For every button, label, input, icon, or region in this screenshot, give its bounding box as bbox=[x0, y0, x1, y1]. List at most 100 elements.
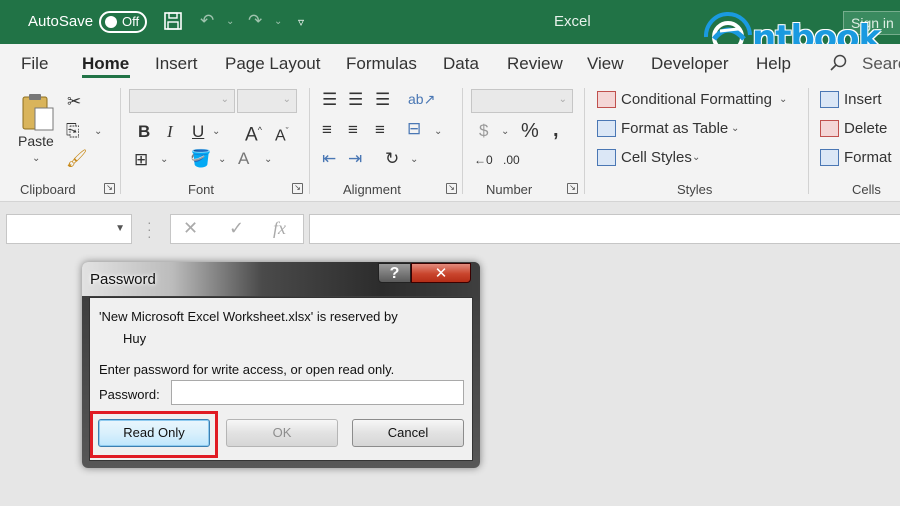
clipboard-launcher-icon[interactable]: ↘ bbox=[104, 183, 115, 194]
align-top-icon[interactable]: ☰ bbox=[322, 90, 337, 110]
increase-font-icon[interactable]: A^ bbox=[245, 120, 262, 145]
ok-button[interactable]: OK bbox=[226, 419, 338, 447]
undo-icon[interactable]: ↶ bbox=[200, 11, 214, 31]
insert-cells-icon[interactable] bbox=[820, 91, 839, 108]
name-box[interactable]: ▼ bbox=[6, 214, 132, 244]
cell-styles-button[interactable]: Cell Styles bbox=[621, 149, 692, 166]
password-input[interactable] bbox=[171, 380, 464, 405]
redo-dropdown-icon[interactable]: ⌄ bbox=[274, 16, 282, 27]
align-right-icon[interactable]: ≡ bbox=[375, 120, 385, 140]
merge-center-icon[interactable]: ⊟ bbox=[407, 119, 421, 139]
close-button[interactable]: ✕ bbox=[411, 263, 471, 283]
wrap-dropdown-icon[interactable]: ⌄ bbox=[410, 154, 418, 165]
format-as-table-button[interactable]: Format as Table bbox=[621, 120, 728, 137]
customize-qat-icon[interactable]: ▿ bbox=[298, 15, 304, 29]
tab-insert[interactable]: Insert bbox=[155, 54, 198, 74]
paste-icon[interactable] bbox=[20, 92, 56, 137]
increase-indent-icon[interactable]: ⇥ bbox=[348, 149, 362, 169]
font-color-dropdown-icon[interactable]: ⌄ bbox=[264, 154, 272, 165]
copy-icon[interactable]: ⎘ bbox=[66, 121, 80, 141]
wrap-text-icon[interactable]: ↻ bbox=[385, 149, 399, 169]
font-launcher-icon[interactable]: ↘ bbox=[292, 183, 303, 194]
font-color-icon[interactable]: A bbox=[238, 149, 249, 169]
align-middle-icon[interactable]: ☰ bbox=[348, 90, 363, 110]
merge-dropdown-icon[interactable]: ⌄ bbox=[434, 126, 442, 137]
format-cells-button[interactable]: Format bbox=[844, 149, 892, 166]
decrease-font-icon[interactable]: Aˇ bbox=[275, 121, 289, 146]
tab-page-layout[interactable]: Page Layout bbox=[225, 54, 320, 74]
search-label[interactable]: Search bbox=[862, 54, 900, 74]
formula-input[interactable] bbox=[309, 214, 900, 244]
font-size-combo[interactable]: ⌄ bbox=[237, 89, 297, 113]
tab-file[interactable]: File bbox=[21, 54, 48, 74]
paste-label[interactable]: Paste bbox=[18, 133, 54, 149]
styles-group-label: Styles bbox=[677, 182, 713, 197]
tab-home[interactable]: Home bbox=[82, 54, 129, 74]
cell-styles-dropdown-icon[interactable]: ⌄ bbox=[692, 152, 700, 163]
conditional-formatting-icon[interactable] bbox=[597, 91, 616, 108]
align-center-icon[interactable]: ≡ bbox=[348, 120, 358, 140]
alignment-launcher-icon[interactable]: ↘ bbox=[446, 183, 457, 194]
delete-cells-button[interactable]: Delete bbox=[844, 120, 887, 137]
instruction-message: Enter password for write access, or open… bbox=[99, 362, 395, 377]
format-cells-icon[interactable] bbox=[820, 149, 839, 166]
copy-dropdown-icon[interactable]: ⌄ bbox=[94, 126, 102, 137]
group-separator bbox=[120, 88, 121, 194]
format-painter-icon[interactable]: 🖌 bbox=[66, 149, 88, 169]
group-separator bbox=[462, 88, 463, 194]
percent-button[interactable]: % bbox=[521, 121, 539, 141]
number-format-combo[interactable]: ⌄ bbox=[471, 89, 573, 113]
comma-style-icon[interactable]: , bbox=[553, 120, 559, 140]
alignment-group-label: Alignment bbox=[343, 182, 401, 197]
align-left-icon[interactable]: ≡ bbox=[322, 120, 332, 140]
decrease-indent-icon[interactable]: ⇤ bbox=[322, 149, 336, 169]
help-button[interactable]: ? bbox=[378, 263, 411, 283]
font-name-combo[interactable]: ⌄ bbox=[129, 89, 235, 113]
font-group-label: Font bbox=[188, 182, 215, 197]
decrease-decimal-icon[interactable]: .00 bbox=[503, 150, 520, 170]
cell-styles-icon[interactable] bbox=[597, 149, 616, 166]
confirm-entry-icon[interactable]: ✓ bbox=[229, 218, 244, 239]
tab-developer[interactable]: Developer bbox=[651, 54, 729, 74]
tab-view[interactable]: View bbox=[587, 54, 624, 74]
tab-help[interactable]: Help bbox=[756, 54, 791, 74]
fill-color-dropdown-icon[interactable]: ⌄ bbox=[218, 154, 226, 165]
borders-dropdown-icon[interactable]: ⌄ bbox=[160, 154, 168, 165]
search-icon[interactable] bbox=[830, 54, 848, 77]
format-as-table-icon[interactable] bbox=[597, 120, 616, 137]
underline-button[interactable]: U bbox=[192, 122, 204, 142]
paste-dropdown-icon[interactable]: ⌄ bbox=[32, 153, 40, 164]
orientation-icon[interactable]: ab↗ bbox=[408, 89, 435, 109]
conditional-formatting-button[interactable]: Conditional Formatting bbox=[621, 91, 772, 108]
insert-function-icon[interactable]: fx bbox=[273, 218, 286, 239]
borders-icon[interactable]: ⊞ bbox=[134, 150, 148, 170]
number-group-label: Number bbox=[486, 182, 533, 197]
redo-icon[interactable]: ↷ bbox=[248, 11, 262, 31]
read-only-highlight-box bbox=[90, 411, 218, 458]
currency-button[interactable]: $ bbox=[479, 121, 488, 141]
underline-dropdown-icon[interactable]: ⌄ bbox=[212, 126, 220, 137]
undo-dropdown-icon[interactable]: ⌄ bbox=[226, 16, 234, 27]
tab-formulas[interactable]: Formulas bbox=[346, 54, 417, 74]
name-box-dropdown-icon[interactable]: ▼ bbox=[115, 223, 125, 234]
save-icon[interactable] bbox=[163, 11, 183, 36]
fill-color-icon[interactable]: 🪣 bbox=[190, 149, 211, 169]
cut-icon[interactable]: ✂ bbox=[67, 92, 81, 112]
number-launcher-icon[interactable]: ↘ bbox=[567, 183, 578, 194]
insert-cells-button[interactable]: Insert bbox=[844, 91, 882, 108]
tab-data[interactable]: Data bbox=[443, 54, 479, 74]
cancel-button[interactable]: Cancel bbox=[352, 419, 464, 447]
delete-cells-icon[interactable] bbox=[820, 120, 839, 137]
align-bottom-icon[interactable]: ☰ bbox=[375, 90, 390, 110]
increase-decimal-icon[interactable]: ←0 bbox=[474, 150, 493, 170]
toggle-knob bbox=[105, 16, 117, 28]
group-separator bbox=[584, 88, 585, 194]
italic-button[interactable]: I bbox=[167, 122, 173, 142]
currency-dropdown-icon[interactable]: ⌄ bbox=[501, 126, 509, 137]
cancel-entry-icon[interactable]: ✕ bbox=[183, 218, 198, 239]
tab-review[interactable]: Review bbox=[507, 54, 563, 74]
format-as-table-dropdown-icon[interactable]: ⌄ bbox=[731, 123, 739, 134]
bold-button[interactable]: B bbox=[138, 122, 150, 142]
autosave-toggle[interactable]: Off bbox=[99, 11, 147, 33]
conditional-formatting-dropdown-icon[interactable]: ⌄ bbox=[779, 94, 787, 105]
